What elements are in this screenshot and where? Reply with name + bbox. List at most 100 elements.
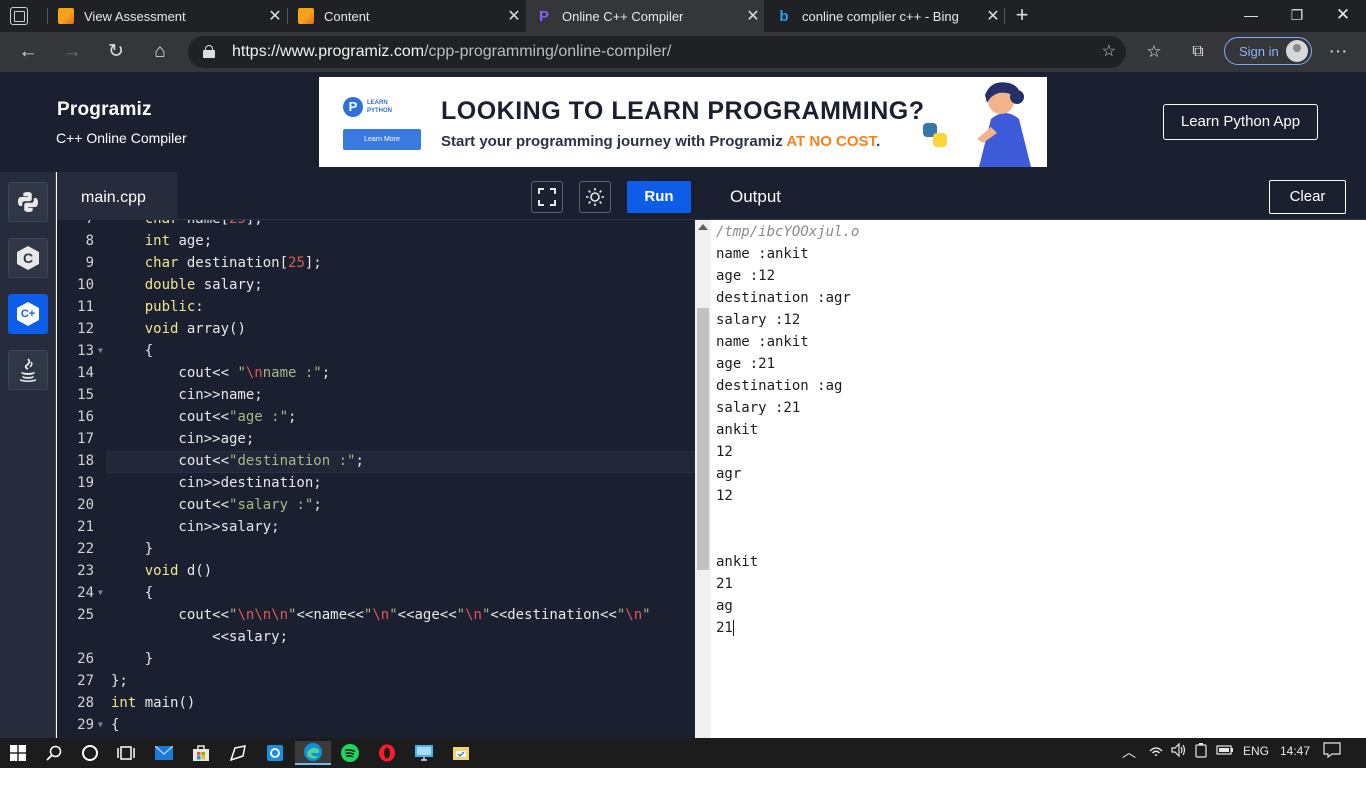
close-tab-icon[interactable]: ✕	[742, 6, 764, 26]
store-icon[interactable]	[183, 741, 219, 765]
new-tab-icon[interactable]: +	[1010, 3, 1034, 27]
line-number: 16	[77, 409, 94, 425]
restore-icon[interactable]: ❐	[1274, 0, 1320, 32]
sign-in-button[interactable]: Sign in	[1224, 37, 1312, 65]
language-cpp-button[interactable]: C+	[8, 294, 48, 334]
remote-desktop-icon[interactable]	[406, 741, 442, 765]
lock-icon[interactable]	[203, 45, 215, 58]
more-options-icon[interactable]: ···	[1324, 38, 1352, 66]
battery-saver-icon[interactable]	[1194, 742, 1208, 761]
outlook-icon[interactable]	[257, 741, 293, 765]
show-hidden-icons[interactable]: ︿	[1122, 742, 1136, 762]
close-tab-icon[interactable]: ✕	[503, 6, 525, 26]
code-line[interactable]: void array()	[111, 318, 246, 340]
code-line[interactable]: cin>>age;	[111, 428, 254, 450]
url-text[interactable]: https://www.programiz.com/cpp-programmin…	[232, 43, 671, 61]
theme-toggle-button[interactable]	[579, 181, 611, 213]
code-line[interactable]: <<salary;	[111, 626, 288, 648]
code-line[interactable]: char destination[25];	[111, 252, 322, 274]
code-line[interactable]: cout<<"salary :";	[111, 494, 321, 516]
fold-arrow-icon[interactable]: ▼	[98, 340, 106, 362]
close-tab-icon[interactable]: ✕	[264, 6, 286, 26]
search-icon[interactable]	[36, 741, 72, 765]
minimize-icon[interactable]: —	[1228, 0, 1274, 32]
edge-icon[interactable]	[295, 741, 331, 765]
language-java-button[interactable]	[8, 350, 48, 390]
wifi-icon[interactable]	[1148, 742, 1164, 761]
tab-online-cpp-compiler[interactable]: P Online C++ Compiler ✕	[526, 0, 764, 32]
banner-learn-more-button[interactable]: Learn More	[343, 129, 421, 150]
code-line[interactable]: cout<<"age :";	[111, 406, 296, 428]
clock[interactable]: 14:47	[1280, 744, 1310, 758]
home-icon[interactable]: ⌂	[146, 38, 174, 66]
input-language[interactable]: ENG	[1243, 744, 1269, 758]
fullscreen-icon	[538, 188, 556, 206]
ad-banner[interactable]: P LEARN PYTHON Learn More LOOKING TO LEA…	[319, 77, 1047, 167]
spotify-icon[interactable]	[332, 741, 368, 765]
fullscreen-button[interactable]	[531, 181, 563, 213]
language-c-button[interactable]: C	[8, 238, 48, 278]
refresh-icon[interactable]: ↻	[102, 38, 130, 66]
mail-icon[interactable]	[146, 741, 182, 765]
close-window-icon[interactable]: ✕	[1320, 0, 1366, 32]
file-tab-main-cpp[interactable]: main.cpp	[57, 172, 177, 220]
code-line[interactable]: cin>>destination;	[111, 472, 321, 494]
output-line: 21	[716, 620, 734, 636]
windows-start-icon[interactable]	[0, 741, 36, 765]
code-line[interactable]: {	[111, 582, 153, 604]
output-console[interactable]: /tmp/ibcYOOxjul.o name :ankit age :12 desti…	[711, 220, 1366, 738]
run-button[interactable]: Run	[627, 181, 691, 213]
code-line[interactable]: public:	[111, 296, 204, 318]
code-line[interactable]: cout<< "\nname :";	[111, 362, 330, 384]
file-explorer-icon[interactable]	[443, 741, 479, 765]
notifications-icon[interactable]	[1323, 742, 1341, 761]
editor-scrollbar[interactable]	[695, 220, 711, 738]
favorites-icon[interactable]: ☆	[1140, 38, 1168, 66]
task-view-icon[interactable]	[108, 741, 144, 765]
address-bar[interactable]: https://www.programiz.com/cpp-programmin…	[188, 36, 1126, 68]
code-line[interactable]: cin>>salary;	[111, 516, 279, 538]
language-python-button[interactable]	[8, 182, 48, 222]
code-line[interactable]: void d()	[111, 560, 212, 582]
forward-arrow-icon[interactable]: →	[58, 38, 86, 66]
code-line[interactable]: cout<<"destination :";	[111, 450, 363, 472]
tab-view-assessment[interactable]: View Assessment ✕	[48, 0, 286, 32]
back-arrow-icon[interactable]: ←	[14, 38, 42, 66]
code-line[interactable]: }	[111, 538, 153, 560]
code-line[interactable]: {	[111, 340, 153, 362]
learn-python-app-button[interactable]: Learn Python App	[1163, 104, 1318, 140]
line-number: 21	[77, 519, 94, 535]
scroll-up-icon[interactable]	[698, 224, 708, 230]
code-line[interactable]: cout<<"\n\n\n"<<name<<"\n"<<age<<"\n"<<d…	[111, 604, 650, 626]
add-favorite-icon[interactable]: ☆	[1102, 41, 1116, 61]
battery-icon[interactable]	[1216, 742, 1234, 761]
fold-arrow-icon[interactable]: ▼	[98, 714, 106, 736]
tab-content[interactable]: Content ✕	[288, 0, 525, 32]
line-number: 23	[77, 563, 94, 579]
tab-actions-icon[interactable]	[10, 7, 28, 25]
volume-icon[interactable]	[1170, 742, 1186, 761]
output-line: salary :12	[716, 312, 801, 328]
code-line[interactable]: }	[111, 648, 153, 670]
code-line[interactable]: int main()	[111, 692, 195, 714]
programiz-logo[interactable]: Programiz	[57, 99, 152, 121]
clear-button[interactable]: Clear	[1269, 180, 1346, 214]
opera-icon[interactable]	[369, 741, 405, 765]
cpp-icon: C+	[17, 302, 39, 326]
code-line[interactable]: };	[111, 670, 128, 692]
fold-arrow-icon[interactable]: ▼	[98, 582, 106, 604]
close-tab-icon[interactable]: ✕	[982, 6, 1004, 26]
cortana-icon[interactable]	[72, 741, 108, 765]
code-line[interactable]: char name[25];	[111, 220, 263, 230]
tab-bing-search[interactable]: b conline complier c++ - Bing ✕	[766, 0, 1004, 32]
scrollbar-thumb[interactable]	[697, 308, 709, 570]
collections-icon[interactable]: ⧉	[1184, 38, 1212, 66]
code-line[interactable]: int age;	[111, 230, 212, 252]
code-line[interactable]: cin>>name;	[111, 384, 262, 406]
sticky-notes-icon[interactable]	[220, 741, 256, 765]
code-editor[interactable]: 7 char name[25]; 8 int age; 9 char destina…	[57, 220, 695, 738]
code-line[interactable]: {	[111, 714, 119, 736]
moodle-icon	[298, 8, 314, 24]
code-line[interactable]: double salary;	[111, 274, 263, 296]
line-number: 22	[77, 541, 94, 557]
